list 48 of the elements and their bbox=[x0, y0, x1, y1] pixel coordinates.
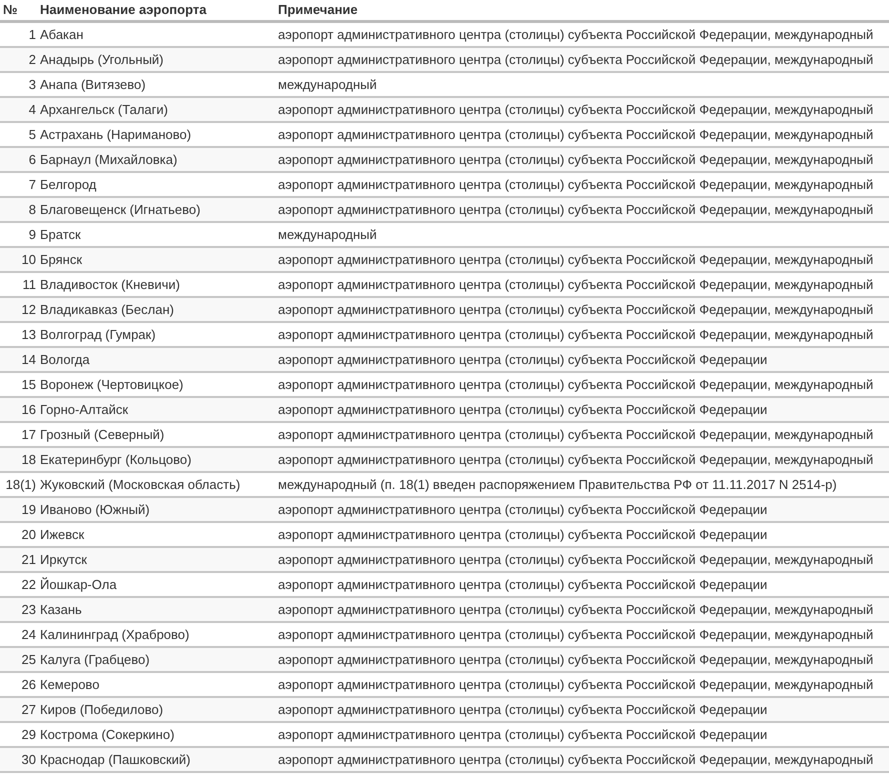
table-cell: Архангельск (Талаги) bbox=[36, 98, 274, 123]
table-cell: Иркутск bbox=[36, 548, 274, 573]
table-cell: 30 bbox=[0, 748, 36, 773]
table-cell: Барнаул (Михайловка) bbox=[36, 148, 274, 173]
table-cell: аэропорт административного центра (столицы) субъекта Российской Федерации, международный bbox=[274, 548, 889, 573]
table-cell: 8 bbox=[0, 198, 36, 223]
table-cell: Екатеринбург (Кольцово) bbox=[36, 448, 274, 473]
table-cell: 23 bbox=[0, 598, 36, 623]
table-cell: Владикавказ (Беслан) bbox=[36, 298, 274, 323]
table-cell: аэропорт административного центра (столицы) субъекта Российской Федерации, международный bbox=[274, 298, 889, 323]
table-cell: 27 bbox=[0, 698, 36, 723]
table-cell: Благовещенск (Игнатьево) bbox=[36, 198, 274, 223]
table-cell: Краснодар (Пашковский) bbox=[36, 748, 274, 773]
table-cell: 4 bbox=[0, 98, 36, 123]
table-cell: аэропорт административного центра (столицы) субъекта Российской Федерации bbox=[274, 398, 889, 423]
table-cell: аэропорт административного центра (столицы) субъекта Российской Федерации bbox=[274, 348, 889, 373]
table-cell: аэропорт административного центра (столицы) субъекта Российской Федерации, международный bbox=[274, 248, 889, 273]
table-cell: Калуга (Грабцево) bbox=[36, 648, 274, 673]
table-cell: аэропорт административного центра (столицы) субъекта Российской Федерации, международный bbox=[274, 48, 889, 73]
table-cell: Иваново (Южный) bbox=[36, 498, 274, 523]
table-cell: Вологда bbox=[36, 348, 274, 373]
table-cell: 14 bbox=[0, 348, 36, 373]
column-header: № bbox=[0, 0, 36, 23]
table-cell: 6 bbox=[0, 148, 36, 173]
table-cell: 2 bbox=[0, 48, 36, 73]
table-cell: аэропорт административного центра (столицы) субъекта Российской Федерации, международный bbox=[274, 98, 889, 123]
table-cell: 19 bbox=[0, 498, 36, 523]
table-cell: аэропорт административного центра (столицы) субъекта Российской Федерации, международный bbox=[274, 598, 889, 623]
table-cell: 21 bbox=[0, 548, 36, 573]
table-cell: Киров (Победилово) bbox=[36, 698, 274, 723]
table-cell: Казань bbox=[36, 598, 274, 623]
column-header: Примечание bbox=[274, 0, 889, 23]
table-cell: аэропорт административного центра (столицы) субъекта Российской Федерации, международный bbox=[274, 748, 889, 773]
table-cell: Брянск bbox=[36, 248, 274, 273]
table-cell: 16 bbox=[0, 398, 36, 423]
table-cell: 18 bbox=[0, 448, 36, 473]
table-cell: 10 bbox=[0, 248, 36, 273]
table-cell: аэропорт административного центра (столицы) субъекта Российской Федерации, международный bbox=[274, 448, 889, 473]
table-cell: 25 bbox=[0, 648, 36, 673]
table-cell: Горно-Алтайск bbox=[36, 398, 274, 423]
table-cell: аэропорт административного центра (столицы) субъекта Российской Федерации bbox=[274, 498, 889, 523]
column-header: Наименование аэропорта bbox=[36, 0, 274, 23]
table-cell: 12 bbox=[0, 298, 36, 323]
table-cell: аэропорт административного центра (столицы) субъекта Российской Федерации, международный bbox=[274, 148, 889, 173]
table-cell: аэропорт административного центра (столицы) субъекта Российской Федерации bbox=[274, 698, 889, 723]
table-cell: Анадырь (Угольный) bbox=[36, 48, 274, 73]
table-cell: аэропорт административного центра (столицы) субъекта Российской Федерации, международный bbox=[274, 648, 889, 673]
table-cell: аэропорт административного центра (столицы) субъекта Российской Федерации, международный bbox=[274, 198, 889, 223]
